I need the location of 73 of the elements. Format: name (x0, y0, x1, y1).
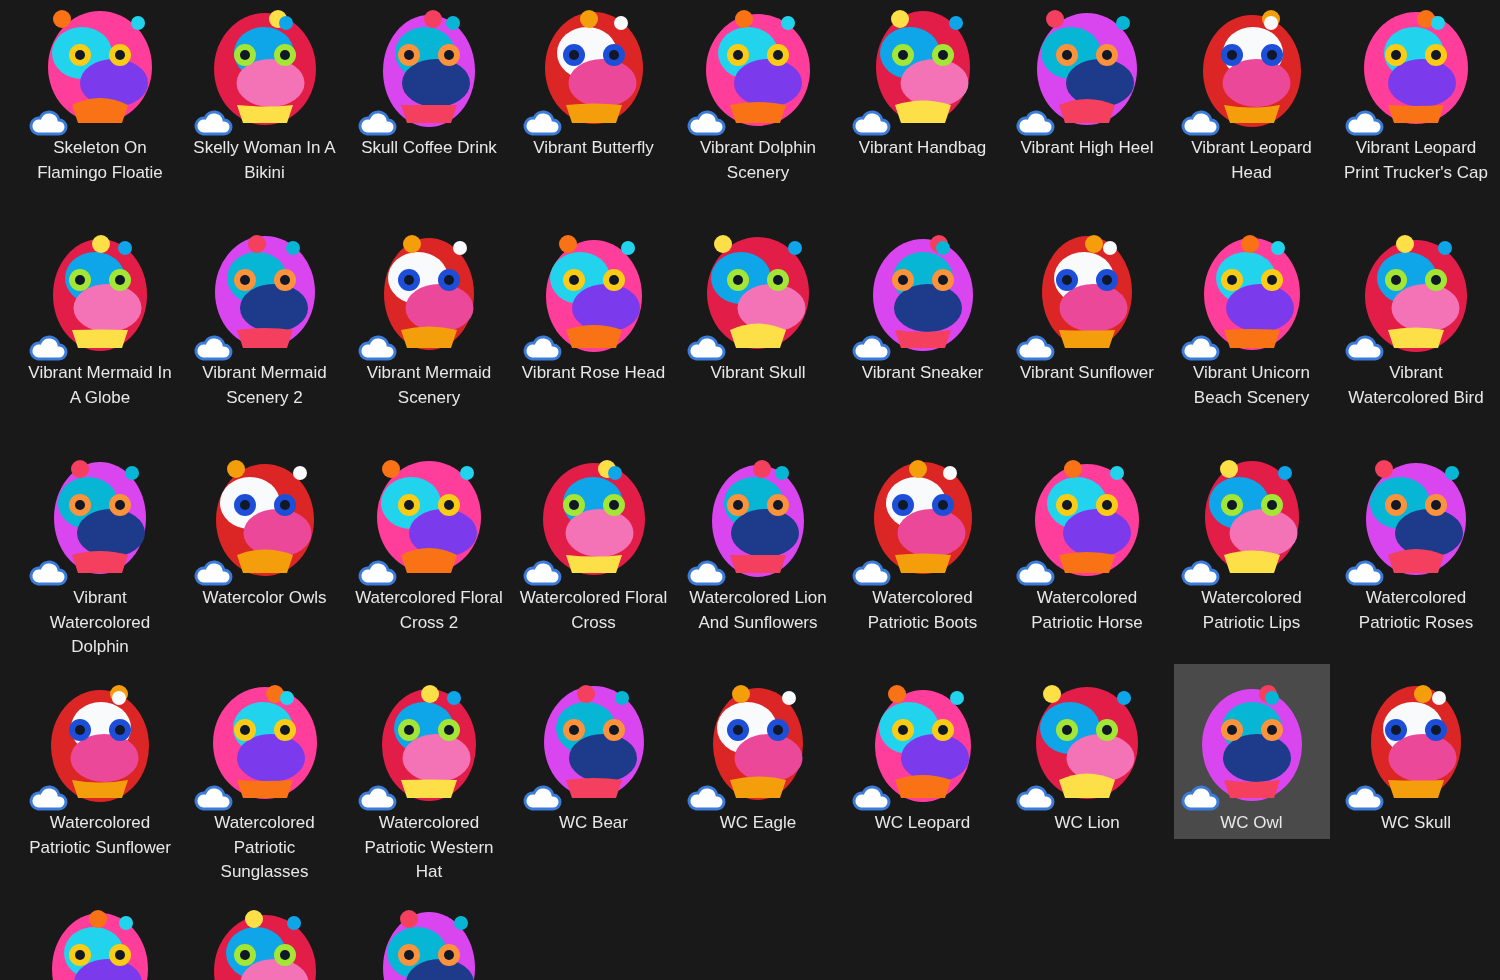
cloud-icon (1344, 109, 1384, 137)
cloud-icon (1344, 784, 1384, 812)
file-name: Vibrant High Heel (1019, 137, 1155, 159)
cloud-icon (28, 559, 68, 587)
cloud-icon (521, 334, 562, 362)
cloud-icon (192, 334, 233, 362)
cloud-icon (1179, 109, 1220, 137)
cloud-icon (686, 334, 726, 362)
file-name: Vibrant Mermaid Scenery 2 (201, 362, 328, 409)
cloud-icon (1015, 784, 1055, 812)
cloud-icon (1344, 559, 1384, 587)
cloud-icon (521, 784, 562, 812)
cloud-icon (28, 334, 68, 362)
file-name: Vibrant Dolphin Scenery (699, 137, 817, 184)
file-name: Vibrant Rose Head (520, 362, 667, 384)
file-name: Vibrant Mermaid In A Globe (27, 362, 173, 409)
file-name: Vibrant Skull (709, 362, 807, 384)
file-name: Watercolored Patriotic Western Hat (363, 812, 495, 883)
cloud-icon (850, 559, 891, 587)
file-name: Watercolored Patriotic Horse (1030, 587, 1144, 634)
cloud-icon (357, 559, 397, 587)
file-name: Vibrant Watercolored Bird (1347, 362, 1485, 409)
file-name: Watercolored Floral Cross (518, 587, 669, 634)
cloud-icon (686, 559, 726, 587)
file-name: Vibrant Butterfly (532, 137, 655, 159)
file-name: WC Eagle (718, 812, 798, 834)
cloud-icon (1015, 559, 1055, 587)
cloud-icon (686, 109, 726, 137)
cloud-icon (850, 109, 891, 137)
cloud-icon (192, 559, 233, 587)
cloud-icon (521, 559, 562, 587)
cloud-icon (192, 109, 233, 137)
cloud-icon (357, 784, 397, 812)
cloud-icon (28, 109, 68, 137)
cloud-icon (850, 784, 891, 812)
file-tile[interactable]: WC Owl (1173, 664, 1330, 839)
cloud-icon (686, 784, 726, 812)
file-name: Skull Coffee Drink (360, 137, 498, 159)
file-name: Vibrant Sunflower (1019, 362, 1155, 384)
cloud-icon (28, 784, 68, 812)
file-name: Vibrant Leopard Head (1190, 137, 1313, 184)
file-name: Watercolored Patriotic Roses (1357, 587, 1475, 634)
file-name: Vibrant Leopard Print Trucker's Cap (1343, 137, 1489, 184)
file-name: Vibrant Watercolored Dolphin (48, 587, 152, 658)
file-name: Watercolored Patriotic Boots (866, 587, 979, 634)
cloud-icon (192, 784, 233, 812)
file-name: WC Leopard (873, 812, 972, 834)
cloud-icon (1015, 109, 1055, 137)
cloud-icon (357, 109, 397, 137)
file-name: Skeleton On Flamingo Floatie (36, 137, 164, 184)
cloud-icon (1179, 334, 1220, 362)
cloud-icon (521, 109, 562, 137)
file-name: Watercolored Patriotic Sunflower (28, 812, 172, 859)
file-name: WC Owl (1219, 812, 1284, 834)
file-name: Watercolored Floral Cross 2 (354, 587, 504, 634)
file-name: Vibrant Handbag (857, 137, 988, 159)
file-name: Watercolored Patriotic Sunglasses (213, 812, 316, 883)
cloud-icon (1015, 334, 1055, 362)
file-name: Watercolor Owls (201, 587, 328, 609)
file-name: Vibrant Mermaid Scenery (365, 362, 493, 409)
file-name: Watercolored Lion And Sunflowers (688, 587, 828, 634)
file-name: WC Lion (1053, 812, 1121, 834)
file-name: Watercolored Patriotic Lips (1200, 587, 1303, 634)
file-name: Vibrant Sneaker (860, 362, 985, 384)
cloud-icon (850, 334, 891, 362)
file-name: WC Bear (558, 812, 629, 834)
file-name: Skelly Woman In A Bikini (192, 137, 337, 184)
file-name: Vibrant Unicorn Beach Scenery (1192, 362, 1311, 409)
cloud-icon (1179, 784, 1220, 812)
cloud-icon (1344, 334, 1384, 362)
cloud-icon (357, 334, 397, 362)
file-name: WC Skull (1380, 812, 1452, 834)
cloud-icon (1179, 559, 1220, 587)
